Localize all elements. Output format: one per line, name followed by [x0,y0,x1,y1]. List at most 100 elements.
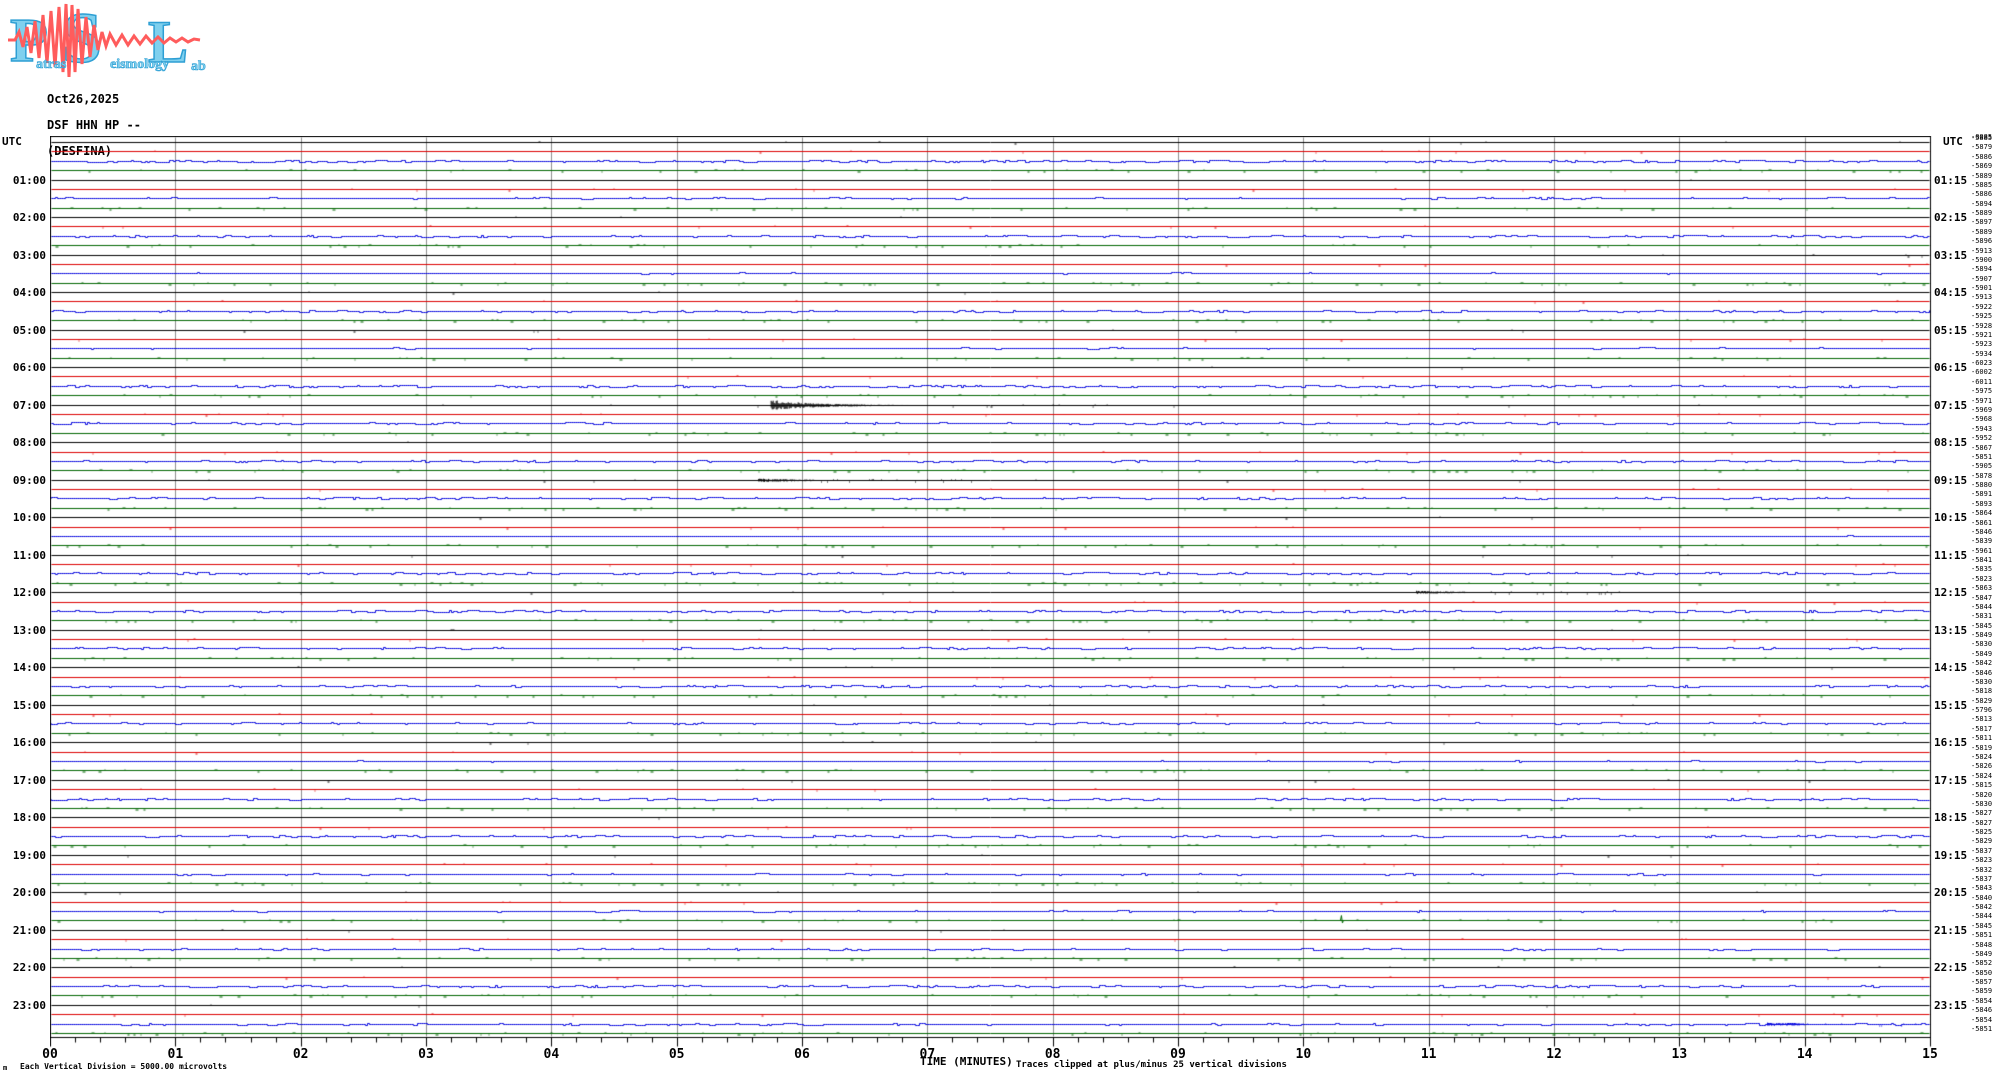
offset-value: -5844 [1971,912,1993,921]
offset-value: -5928 [1971,321,1993,330]
offset-value: -5837 [1971,846,1993,855]
offset-value: -5864 [1971,509,1993,518]
hour-label-right: 11:15 [1934,548,1968,562]
hour-label-left: 20:00 [12,886,46,900]
hour-label-left: 21:00 [12,923,46,937]
offset-value: -5851 [1971,931,1993,940]
hour-label-right: 18:15 [1934,811,1968,825]
hour-label-right: 12:15 [1934,586,1968,600]
date-label: Oct26,2025 [47,92,120,106]
offset-value: -5848 [1971,940,1993,949]
offset-value: -5832 [1971,865,1993,874]
hour-label-left: 07:00 [12,398,46,412]
offset-value: -5811 [1971,734,1993,743]
hour-label-right: 17:15 [1934,773,1968,787]
hour-label-right: 10:15 [1934,511,1968,525]
offset-value: -5824 [1971,771,1993,780]
hour-label-left: 17:00 [12,773,46,787]
offset-value: -5893 [1971,499,1993,508]
offset-value: -5901 [1971,284,1993,293]
hour-label-right: 14:15 [1934,661,1968,675]
corner-mark: m [3,1064,8,1072]
x-tick-label: 11 [1420,1047,1437,1062]
offset-value: -5830 [1971,799,1993,808]
offset-value: -5885 [1971,180,1993,189]
offset-value: -5854 [1971,1015,1993,1024]
seismogram-plot-area [50,136,1932,1056]
hour-label-right: 06:15 [1934,361,1968,375]
x-tick-label: 12 [1546,1047,1562,1062]
offset-value: -5886 [1971,190,1993,199]
offset-value: -5896 [1971,237,1993,246]
offset-value: -5968 [1971,415,1993,424]
hour-label-left: 05:00 [12,323,46,337]
offset-value: -5867 [1971,443,1993,452]
offset-value: -5820 [1971,790,1993,799]
offset-value: -5925 [1971,312,1993,321]
station-code-label: DSF HHN HP -- [47,118,141,132]
offset-value: -5971 [1971,396,1993,405]
offset-value: -5823 [1971,574,1993,583]
hour-label-right: 15:15 [1934,698,1968,712]
hour-label-right: 01:15 [1934,173,1968,187]
offset-value: -5913 [1971,293,1993,302]
offset-value: -5818 [1971,687,1993,696]
offset-value: -5861 [1971,518,1993,527]
offset-value: -5842 [1971,903,1993,912]
hour-label-left: 12:00 [12,586,46,600]
x-tick-label: 10 [1295,1047,1312,1062]
x-tick-label: 00 [42,1047,58,1062]
hour-label-left: 13:00 [12,623,46,637]
offset-value: -5851 [1971,452,1993,461]
offset-value: -5854 [1971,996,1993,1005]
offset-value: -5827 [1971,809,1993,818]
hour-label-left: 15:00 [12,698,46,712]
hour-label-right: 02:15 [1934,211,1968,225]
psl-logo: P S L atras eismology ab [6,1,206,80]
offset-value: -5824 [1971,753,1993,761]
hour-label-left: 11:00 [12,548,46,562]
x-tick-label: 14 [1796,1047,1813,1062]
hour-label-right: 07:15 [1934,398,1968,412]
logo-word-atras: atras [36,57,67,72]
offset-value: -5815 [1971,781,1993,790]
offset-value: -5829 [1971,837,1993,846]
offset-value: -5905 [1971,462,1993,471]
offset-value: -5969 [1971,405,1993,414]
offset-value: -5889 [1971,171,1993,180]
offset-value: -5823 [1971,856,1993,865]
hour-label-right: 13:15 [1934,623,1968,637]
offset-value: -5817 [1971,724,1993,733]
offset-value: -6011 [1971,377,1993,386]
x-tick-label: 02 [292,1047,309,1062]
logo-word-ab: ab [191,59,206,74]
offset-value: -5879 [1971,143,1993,152]
offset-value: -5894 [1971,199,1993,208]
offset-value: -5830 [1971,677,1993,686]
offset-value: -5846 [1971,527,1993,536]
offset-value: -5845 [1971,621,1993,630]
offset-value: -5869 [1971,162,1993,171]
offset-value: -5846 [1971,1006,1993,1015]
offset-value: -5837 [1971,874,1993,883]
offset-value: -5961 [1971,546,1993,555]
hour-label-right: 03:15 [1934,248,1968,262]
hour-label-right: 08:15 [1934,436,1968,450]
offset-value: -5819 [1971,743,1993,752]
offset-value: -5894 [1971,265,1993,274]
hour-label-left: 23:00 [12,998,46,1012]
offset-value: -5843 [1971,884,1993,893]
offset-value: -5922 [1971,302,1993,311]
offset-value: -5913 [1971,246,1993,255]
offset-value: -6023 [1971,359,1993,368]
x-tick-label: 01 [167,1047,184,1062]
offset-value: -5921 [1971,330,1993,339]
hour-label-right: 22:15 [1934,961,1968,975]
hour-label-right: 05:15 [1934,323,1968,337]
offset-value: -5825 [1971,828,1993,837]
hour-label-left: 19:00 [12,848,46,862]
hour-label-right: 09:15 [1934,473,1968,487]
hour-label-left: 08:00 [12,436,46,450]
offset-value: -5839 [1971,537,1993,546]
hour-label-left: 16:00 [12,736,46,750]
